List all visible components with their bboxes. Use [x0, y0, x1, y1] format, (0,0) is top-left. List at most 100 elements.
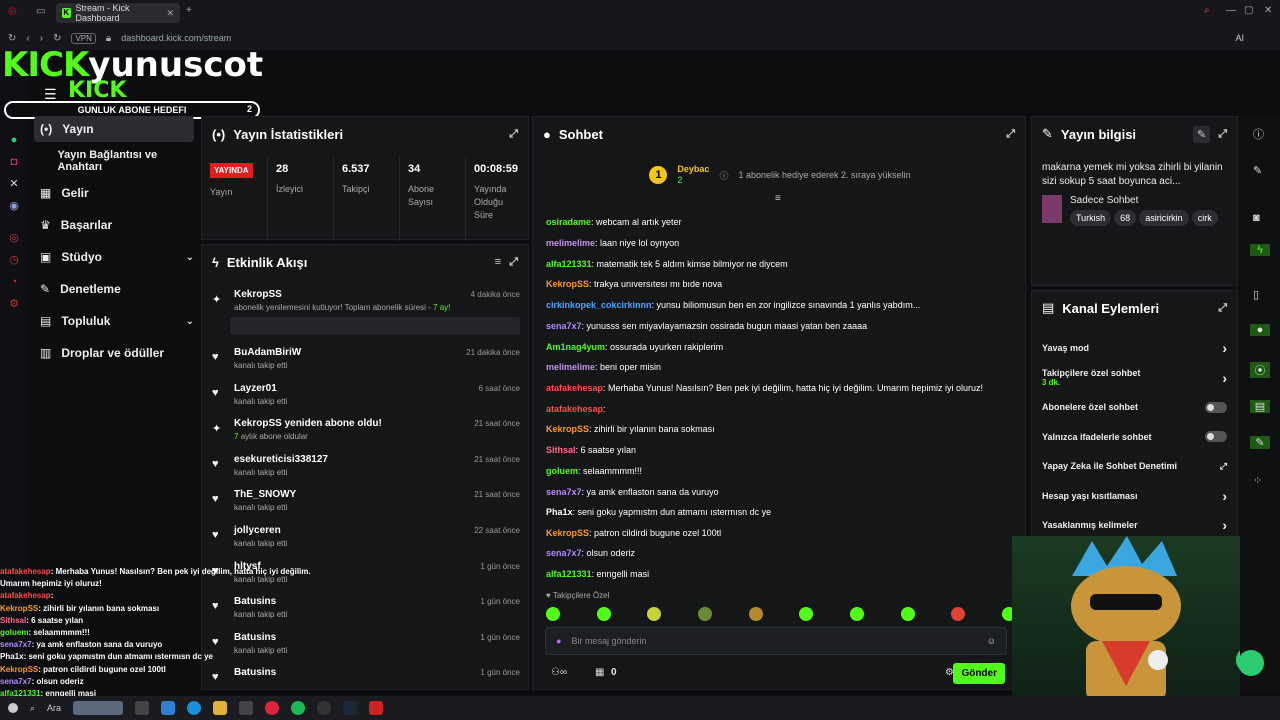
chat-username[interactable]: Sithsal [546, 445, 576, 455]
action-item[interactable]: Abonelere özel sohbet [1042, 396, 1227, 418]
chat-username[interactable]: alfa121331 [546, 259, 592, 269]
lightning-icon[interactable]: ϟ [1250, 244, 1270, 256]
history-icon[interactable]: ◷ [6, 252, 22, 268]
refresh-icon[interactable]: ↻ [53, 33, 61, 44]
collapse-icon[interactable]: ≡ [775, 193, 781, 204]
chat-username[interactable]: KekropSS [546, 528, 589, 538]
nav-item-denetleme[interactable]: ✎ Denetleme [34, 276, 194, 302]
expand-icon[interactable]: ⤢ [1006, 128, 1015, 141]
explorer-icon[interactable] [213, 701, 228, 715]
nav-item-droplar[interactable]: ▥ Droplar ve ödüller [34, 340, 194, 366]
x-icon[interactable]: ✕ [6, 176, 22, 192]
tab-overview-icon[interactable]: ▭ [36, 6, 45, 17]
store-icon[interactable]: ▦ [595, 667, 604, 678]
chat-username[interactable]: Am1nag4yum [546, 342, 605, 352]
window-close-icon[interactable]: ✕ [1264, 5, 1272, 16]
ai-button[interactable]: AI [1235, 33, 1244, 43]
url-field[interactable]: dashboard.kick.com/stream [121, 33, 231, 43]
broadcast-icon[interactable]: ⦿ [1250, 362, 1270, 378]
camera-icon[interactable]: ◙ [1253, 212, 1260, 224]
store-icon[interactable] [239, 701, 254, 715]
nav-item-studyo[interactable]: ▣ Stüdyo ⌄ [34, 244, 194, 270]
users-icon[interactable]: ⚇∞ [551, 667, 567, 678]
spotify-icon[interactable] [291, 701, 306, 715]
chevron-right-icon[interactable]: › [1222, 517, 1227, 533]
opera-icon[interactable]: ◎ [8, 6, 17, 17]
mail-icon[interactable] [161, 701, 176, 715]
taskbar-search[interactable]: Ara [47, 703, 61, 713]
emote-icon[interactable] [849, 607, 864, 621]
chat-username[interactable]: melimelime [546, 362, 595, 372]
browser-tab[interactable]: K Stream - Kick Dashboard ✕ [56, 3, 180, 23]
toggle[interactable] [1205, 401, 1227, 413]
filter-icon[interactable]: ≡ [495, 256, 501, 268]
emote-icon[interactable] [799, 607, 814, 621]
search-icon[interactable]: ⌕ [30, 703, 35, 714]
new-tab-icon[interactable]: + [186, 5, 192, 16]
tag[interactable]: Turkish [1070, 210, 1112, 226]
start-icon[interactable] [8, 703, 18, 713]
instagram-icon[interactable]: ◘ [6, 154, 22, 170]
action-item[interactable]: Hesap yaşı kısıtlaması › [1042, 485, 1227, 507]
app-icon[interactable] [369, 701, 384, 715]
emote-icon[interactable] [951, 607, 966, 621]
expand-icon[interactable]: ⤢ [509, 128, 518, 141]
toggle[interactable] [1205, 431, 1227, 442]
whatsapp-icon[interactable] [1238, 650, 1264, 676]
maximize-icon[interactable]: ▢ [1244, 5, 1253, 16]
edit-icon[interactable]: ✎ [1253, 164, 1262, 177]
emote-icon[interactable] [748, 607, 763, 621]
emote-icon[interactable] [900, 607, 915, 621]
forward-icon[interactable]: › [40, 33, 43, 44]
chat-username[interactable]: cirkinkopek_cokcirkinnn [546, 300, 652, 310]
action-item[interactable]: Takipçilere özel sohbet 3 dk. › [1042, 367, 1227, 389]
chat-icon[interactable]: ● [1250, 324, 1270, 336]
vpn-badge[interactable]: VPN [71, 32, 96, 44]
add-widget-icon[interactable]: ⁘ [1253, 474, 1262, 487]
emote-icon[interactable] [647, 607, 662, 621]
obs-icon[interactable] [317, 701, 332, 715]
action-item[interactable]: Yapay Zeka ile Sohbet Denetimi ⤢ [1042, 455, 1227, 477]
expand-icon[interactable]: ⤢ [1218, 302, 1227, 315]
send-button[interactable]: Gönder [953, 663, 1005, 684]
edge-icon[interactable] [187, 701, 202, 715]
chevron-right-icon[interactable]: › [1222, 488, 1227, 504]
task-view-icon[interactable] [135, 701, 150, 715]
chevron-right-icon[interactable]: › [1222, 370, 1227, 386]
action-item[interactable]: Yasaklanmış kelimeler › [1042, 514, 1227, 536]
player-icon[interactable]: ◎ [6, 230, 22, 246]
chat-username[interactable]: sena7x7 [546, 487, 582, 497]
tag[interactable]: 68 [1114, 210, 1137, 226]
minimize-icon[interactable]: — [1226, 5, 1236, 16]
chat-username[interactable]: Pha1x [546, 507, 573, 517]
download-icon[interactable]: ◔ [6, 274, 22, 290]
actions-icon[interactable]: ▤ [1250, 400, 1270, 413]
nav-item-stream-key[interactable]: Yayın Bağlantısı ve Anahtarı [34, 148, 194, 174]
emote-icon[interactable] [697, 607, 712, 621]
chat-username[interactable]: atafakehesap [546, 383, 603, 393]
steam-icon[interactable] [343, 701, 358, 715]
opera-icon[interactable] [265, 701, 280, 715]
edit-icon[interactable]: ✎ [1192, 125, 1211, 143]
chat-username[interactable]: sena7x7 [546, 548, 582, 558]
close-icon[interactable]: ✕ [166, 8, 174, 19]
chevron-right-icon[interactable]: › [1222, 340, 1227, 356]
tag[interactable]: asiricirkin [1139, 210, 1189, 226]
chat-username[interactable]: atafakehesap [546, 404, 603, 414]
whatsapp-icon[interactable]: ● [6, 132, 22, 148]
nav-item-topluluk[interactable]: ▤ Topluluk ⌄ [34, 308, 194, 334]
chat-username[interactable]: sena7x7 [546, 321, 582, 331]
settings-icon[interactable]: ⚙ [6, 296, 22, 312]
notes-icon[interactable]: ▯ [1253, 288, 1259, 301]
action-item[interactable]: Yalnızca ifadelerle sohbet [1042, 426, 1227, 448]
chat-username[interactable]: osiradame [546, 217, 591, 227]
mic-icon[interactable]: ● [556, 636, 561, 646]
chat-username[interactable]: KekropSS [546, 424, 589, 434]
emoji-icon[interactable]: ☺ [987, 636, 996, 646]
tag[interactable]: cirk [1191, 210, 1218, 226]
chat-username[interactable]: goluem [546, 466, 578, 476]
expand-icon[interactable]: ⤢ [509, 256, 518, 269]
nav-item-basarilar[interactable]: ♛ Başarılar [34, 212, 194, 238]
chat-input[interactable]: ● Bir mesaj gönderin ☺ [545, 627, 1007, 655]
discord-icon[interactable]: ◉ [6, 198, 22, 214]
